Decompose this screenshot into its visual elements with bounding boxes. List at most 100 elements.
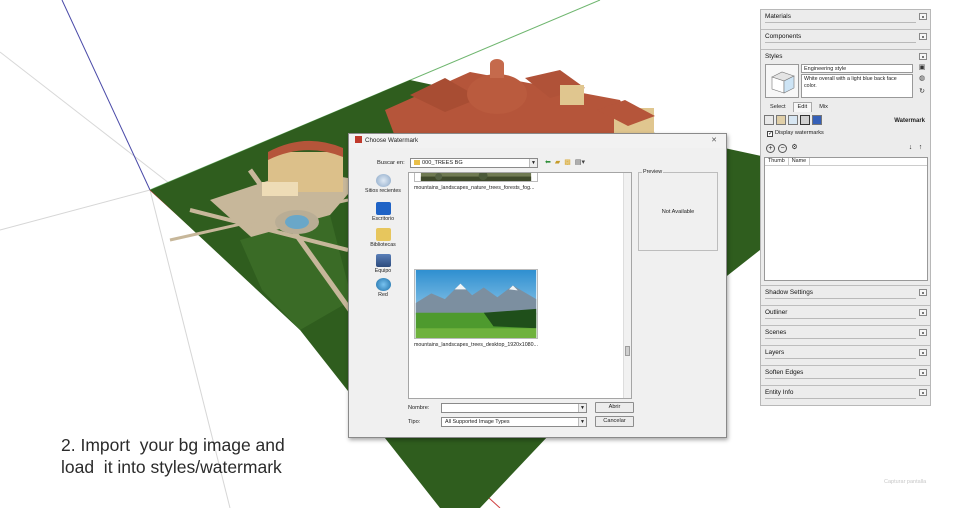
checkbox-icon: ✓ xyxy=(767,131,774,137)
filetype-select[interactable]: All Supported Image Types ▼ xyxy=(441,417,587,427)
tray-item-label: Scenes xyxy=(765,329,787,336)
place-label: Equipo xyxy=(374,268,392,274)
recent-places-icon xyxy=(375,174,391,187)
file-item[interactable]: mountains_landscapes_nature_trees_forest… xyxy=(414,173,538,191)
tray-components-title: Components xyxy=(765,33,802,40)
place-computer[interactable]: Equipo xyxy=(359,254,407,274)
dialog-title: Choose Watermark xyxy=(365,137,419,144)
panel-label: Watermark xyxy=(894,118,925,124)
tray-shadow-settings[interactable]: Shadow Settings xyxy=(761,286,930,306)
default-tray: Materials Components Styles Engineering … xyxy=(760,9,931,406)
file-name: mountains_landscapes_nature_trees_forest… xyxy=(414,185,535,191)
pin-icon[interactable] xyxy=(919,289,927,296)
add-watermark-icon[interactable]: + xyxy=(766,144,775,153)
tray-outliner[interactable]: Outliner xyxy=(761,306,930,326)
choose-watermark-dialog: Choose Watermark ✕ Buscar en: 000_TREES … xyxy=(348,133,727,438)
tray-materials[interactable]: Materials xyxy=(761,10,930,30)
pin-icon[interactable] xyxy=(919,13,927,20)
network-icon xyxy=(375,278,391,291)
tray-layers[interactable]: Layers xyxy=(761,346,930,366)
place-libraries[interactable]: Bibliotecas xyxy=(359,228,407,248)
chevron-down-icon[interactable]: ▼ xyxy=(578,404,586,412)
cancel-button[interactable]: Cancelar xyxy=(595,416,634,427)
chevron-down-icon[interactable]: ▼ xyxy=(578,418,586,426)
tray-item-label: Shadow Settings xyxy=(765,289,813,296)
tray-styles: Styles Engineering style White overall w… xyxy=(761,50,930,286)
watermark-settings-icon[interactable] xyxy=(800,115,810,125)
corner-text: Capturar pantalla xyxy=(884,479,927,485)
watermark-list[interactable]: Thumb Name xyxy=(764,157,928,281)
filename-input[interactable]: ▼ xyxy=(441,403,587,413)
up-folder-icon[interactable]: ▰ xyxy=(555,158,560,168)
preview-label: Preview xyxy=(642,169,664,175)
place-label: Bibliotecas xyxy=(370,242,396,248)
column-thumb[interactable]: Thumb xyxy=(765,158,789,165)
look-in-select[interactable]: 000_TREES BG ▼ xyxy=(410,158,538,168)
preview-status: Not Available xyxy=(661,209,695,215)
face-settings-icon[interactable] xyxy=(776,115,786,125)
pin-icon[interactable] xyxy=(919,389,927,396)
file-list[interactable]: mountains_landscapes_nature_trees_forest… xyxy=(408,172,632,399)
look-in-value: 000_TREES BG xyxy=(422,160,463,166)
tutorial-caption: 2. Import your bg image and load it into… xyxy=(61,435,285,477)
edit-watermark-icon[interactable]: ⚙ xyxy=(790,144,799,153)
pin-icon[interactable] xyxy=(919,349,927,356)
move-up-icon[interactable]: ↑ xyxy=(916,144,925,153)
place-label: Sitios recientes xyxy=(365,188,401,194)
desktop-icon xyxy=(375,202,391,215)
filetype-label: Tipo: xyxy=(408,419,421,425)
libraries-icon xyxy=(375,228,391,241)
background-settings-icon[interactable] xyxy=(788,115,798,125)
place-label: Escritorio xyxy=(371,216,395,222)
tray-soften-edges[interactable]: Soften Edges xyxy=(761,366,930,386)
tray-scenes[interactable]: Scenes xyxy=(761,326,930,346)
file-item[interactable]: mountains_landscapes_trees_desktop_1920x… xyxy=(414,269,538,348)
tray-entity-info[interactable]: Entity Info xyxy=(761,386,930,405)
modeling-settings-icon[interactable] xyxy=(812,115,822,125)
column-name[interactable]: Name xyxy=(789,158,811,165)
edge-settings-icon[interactable] xyxy=(764,115,774,125)
new-folder-icon[interactable]: ▩ xyxy=(564,158,571,168)
display-watermarks-checkbox[interactable]: ✓ Display watermarks xyxy=(767,130,824,137)
filename-label: Nombre: xyxy=(408,405,430,411)
tab-select[interactable]: Select xyxy=(765,102,791,112)
pin-icon[interactable] xyxy=(919,53,927,60)
pin-icon[interactable] xyxy=(919,329,927,336)
computer-icon xyxy=(375,254,391,267)
tray-item-label: Layers xyxy=(765,349,785,356)
filetype-value: All Supported Image Types xyxy=(445,419,510,425)
tray-styles-title[interactable]: Styles xyxy=(765,53,782,60)
place-network[interactable]: Red xyxy=(359,278,407,298)
refresh-icon[interactable]: ↻ xyxy=(918,88,926,96)
style-description-field[interactable]: White overall with a light blue back fac… xyxy=(801,74,913,98)
back-icon[interactable]: ⬅ xyxy=(545,158,551,168)
chevron-down-icon[interactable]: ▼ xyxy=(529,159,537,167)
file-thumbnail xyxy=(414,269,538,339)
remove-watermark-icon[interactable]: − xyxy=(778,144,787,153)
pin-icon[interactable] xyxy=(919,369,927,376)
file-thumbnail xyxy=(414,173,538,182)
tab-edit[interactable]: Edit xyxy=(792,102,813,112)
open-button[interactable]: Abrir xyxy=(595,402,634,413)
create-style-icon[interactable]: ▣ xyxy=(918,64,926,72)
tray-components[interactable]: Components xyxy=(761,30,930,50)
close-icon[interactable]: ✕ xyxy=(711,136,717,144)
preview-panel: Preview Not Available xyxy=(638,169,718,251)
update-style-icon[interactable]: ◍ xyxy=(918,75,926,83)
places-bar: Sitios recientes Escritorio Bibliotecas … xyxy=(359,172,409,400)
pin-icon[interactable] xyxy=(919,309,927,316)
style-thumbnail xyxy=(765,64,799,98)
tab-mix[interactable]: Mix xyxy=(814,102,833,112)
pin-icon[interactable] xyxy=(919,33,927,40)
move-down-icon[interactable]: ↓ xyxy=(906,144,915,153)
place-desktop[interactable]: Escritorio xyxy=(359,202,407,222)
place-label: Red xyxy=(378,292,388,298)
place-recent[interactable]: Sitios recientes xyxy=(359,174,407,194)
display-watermarks-label: Display watermarks xyxy=(775,130,824,136)
sketchup-icon xyxy=(355,136,362,143)
style-name-field[interactable]: Engineering style xyxy=(801,64,913,73)
file-list-scrollbar[interactable] xyxy=(623,173,631,398)
scrollbar-thumb[interactable] xyxy=(625,346,630,356)
view-menu-icon[interactable]: ▤▾ xyxy=(575,158,585,168)
dialog-titlebar[interactable]: Choose Watermark ✕ xyxy=(349,134,726,148)
